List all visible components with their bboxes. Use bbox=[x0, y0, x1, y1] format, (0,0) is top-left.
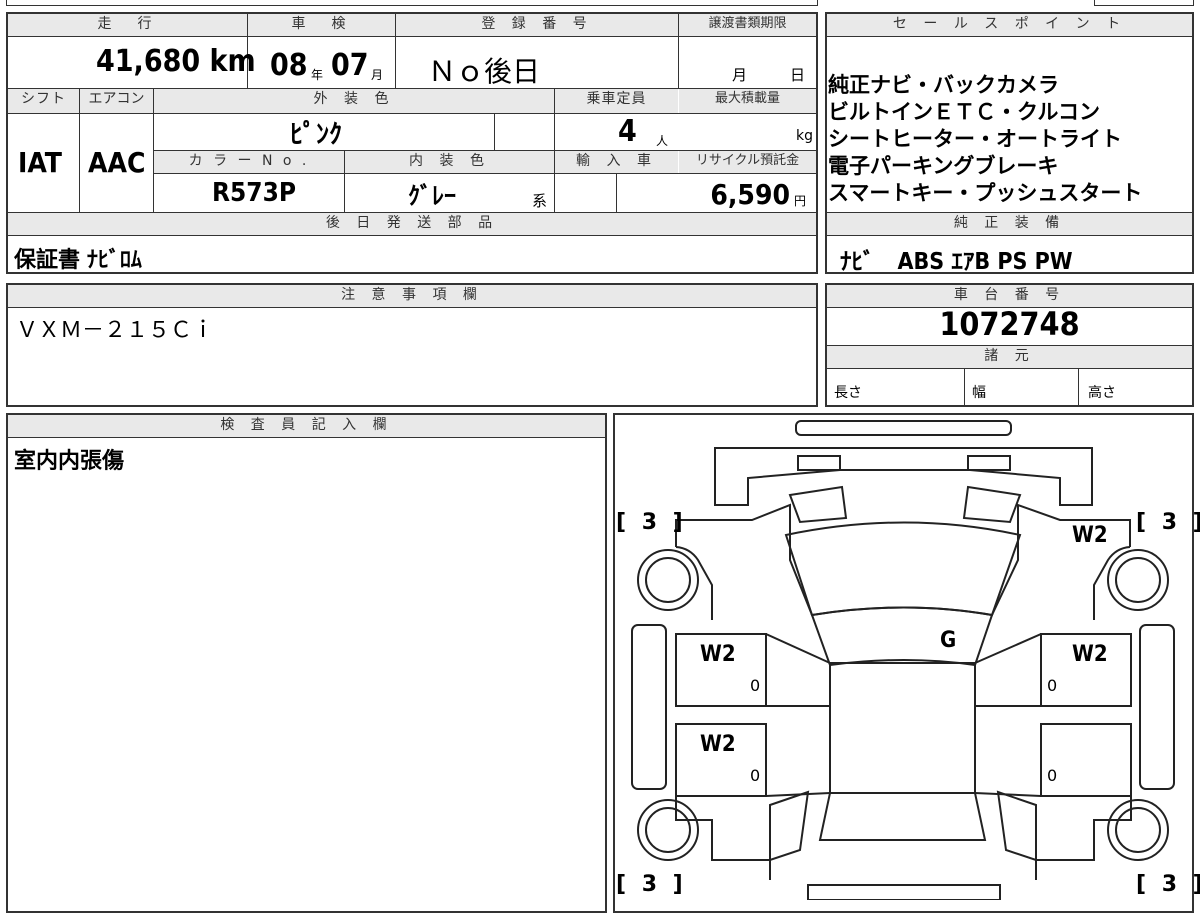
sales-point-3: シートヒーター・オートライト bbox=[828, 127, 1122, 151]
chassis-number: 1072748 bbox=[939, 305, 1080, 343]
sales-point-4: 電子パーキングブレーキ bbox=[828, 154, 1059, 178]
zero-mark-3: 0 bbox=[750, 766, 761, 785]
transfer-day-label: 日 bbox=[790, 66, 806, 84]
spec-height-label: 高さ bbox=[1088, 385, 1116, 401]
max-load-unit: kg bbox=[796, 128, 813, 144]
zero-mark-2: 0 bbox=[1047, 676, 1058, 695]
transfer-month-label: 月 bbox=[732, 66, 748, 84]
genuine-equipment-value: ﾅﾋﾞ ABS ｴｱB PS PW bbox=[840, 249, 1073, 275]
header-registration: 登 録 番 号 bbox=[396, 14, 678, 36]
recycle-unit: 円 bbox=[794, 194, 807, 208]
sales-point-5: スマートキー・プッシュスタート bbox=[828, 181, 1143, 205]
header-color-no: カ ラ ー N o . bbox=[154, 151, 344, 173]
notes-value: ＶＸＭ－２１５Ｃｉ bbox=[16, 318, 215, 343]
genuine-equipment-header: 純 正 装 備 bbox=[827, 213, 1192, 235]
zero-mark-4: 0 bbox=[1047, 766, 1058, 785]
windshield-mark: G bbox=[940, 628, 957, 653]
shift-value: IAT bbox=[18, 146, 62, 179]
inspector-header: 検 査 員 記 入 欄 bbox=[8, 415, 605, 437]
header-import: 輸 入 車 bbox=[555, 151, 678, 173]
header-exterior-color: 外 装 色 bbox=[154, 89, 554, 113]
header-max-load: 最大積載量 bbox=[679, 89, 816, 113]
later-parts-value: 保証書 ﾅﾋﾞﾛﾑ bbox=[14, 248, 142, 273]
color-no-value: R573P bbox=[212, 178, 296, 208]
capacity-value: 4 bbox=[618, 114, 637, 149]
header-later-parts: 後 日 発 送 部 品 bbox=[8, 213, 816, 235]
inspector-value: 室内内張傷 bbox=[14, 449, 125, 474]
spec-length-label: 長さ bbox=[834, 385, 862, 401]
capacity-unit: 人 bbox=[656, 134, 669, 148]
header-recycle-fee: リサイクル預託金 bbox=[679, 151, 816, 173]
front-right-fender-mark: W2 bbox=[1072, 523, 1108, 548]
chassis-header: 車 台 番 号 bbox=[827, 285, 1192, 307]
header-interior-color: 内 装 色 bbox=[345, 151, 554, 173]
registration-value: Ｎｏ後日 bbox=[428, 55, 541, 88]
spec-width-label: 幅 bbox=[972, 385, 986, 401]
inspection-month: 07 bbox=[331, 48, 369, 83]
notes-header: 注 意 事 項 欄 bbox=[8, 285, 816, 307]
top-cutoff-row bbox=[6, 0, 818, 6]
header-aircon: エアコン bbox=[80, 89, 153, 113]
mileage-value: 41,680 km bbox=[96, 44, 256, 79]
tire-rear-left-grade: [ 3 ] bbox=[616, 872, 687, 897]
interior-color-value: ｸﾞﾚｰ bbox=[408, 182, 456, 210]
inspection-year-unit: 年 bbox=[311, 68, 324, 82]
exterior-color-value: ﾋﾟﾝｸ bbox=[290, 120, 343, 150]
tire-front-right-grade: [ 3 ] bbox=[1136, 510, 1200, 535]
header-capacity: 乗車定員 bbox=[555, 89, 678, 113]
header-shift: シフト bbox=[8, 89, 79, 113]
left-rear-door-mark: W2 bbox=[700, 732, 736, 757]
sales-point-1: 純正ナビ・バックカメラ bbox=[828, 73, 1059, 97]
header-transfer-deadline: 譲渡書類期限 bbox=[679, 14, 816, 36]
left-front-door-mark: W2 bbox=[700, 642, 736, 667]
inspector-panel bbox=[6, 413, 607, 913]
tire-front-left-grade: [ 3 ] bbox=[616, 510, 687, 535]
header-mileage: 走 行 bbox=[8, 14, 247, 36]
sales-points-header: セ ー ル ス ポ イ ン ト bbox=[827, 14, 1192, 36]
sales-point-2: ビルトインＥＴＣ・クルコン bbox=[828, 100, 1100, 124]
specs-header: 諸 元 bbox=[827, 346, 1192, 368]
tire-rear-right-grade: [ 3 ] bbox=[1136, 872, 1200, 897]
zero-mark-1: 0 bbox=[750, 676, 761, 695]
interior-color-suffix: 系 bbox=[532, 192, 548, 210]
sales-points-list: 純正ナビ・バックカメラ ビルトインＥＴＣ・クルコン シートヒーター・オートライト… bbox=[828, 72, 1192, 207]
top-right-cutoff bbox=[1094, 0, 1194, 6]
aircon-value: AAC bbox=[88, 146, 146, 179]
right-front-door-mark: W2 bbox=[1072, 642, 1108, 667]
inspection-month-unit: 月 bbox=[371, 68, 384, 82]
recycle-value: 6,590 bbox=[710, 178, 790, 211]
header-inspection: 車 検 bbox=[248, 14, 395, 36]
inspection-year: 08 bbox=[270, 48, 308, 83]
